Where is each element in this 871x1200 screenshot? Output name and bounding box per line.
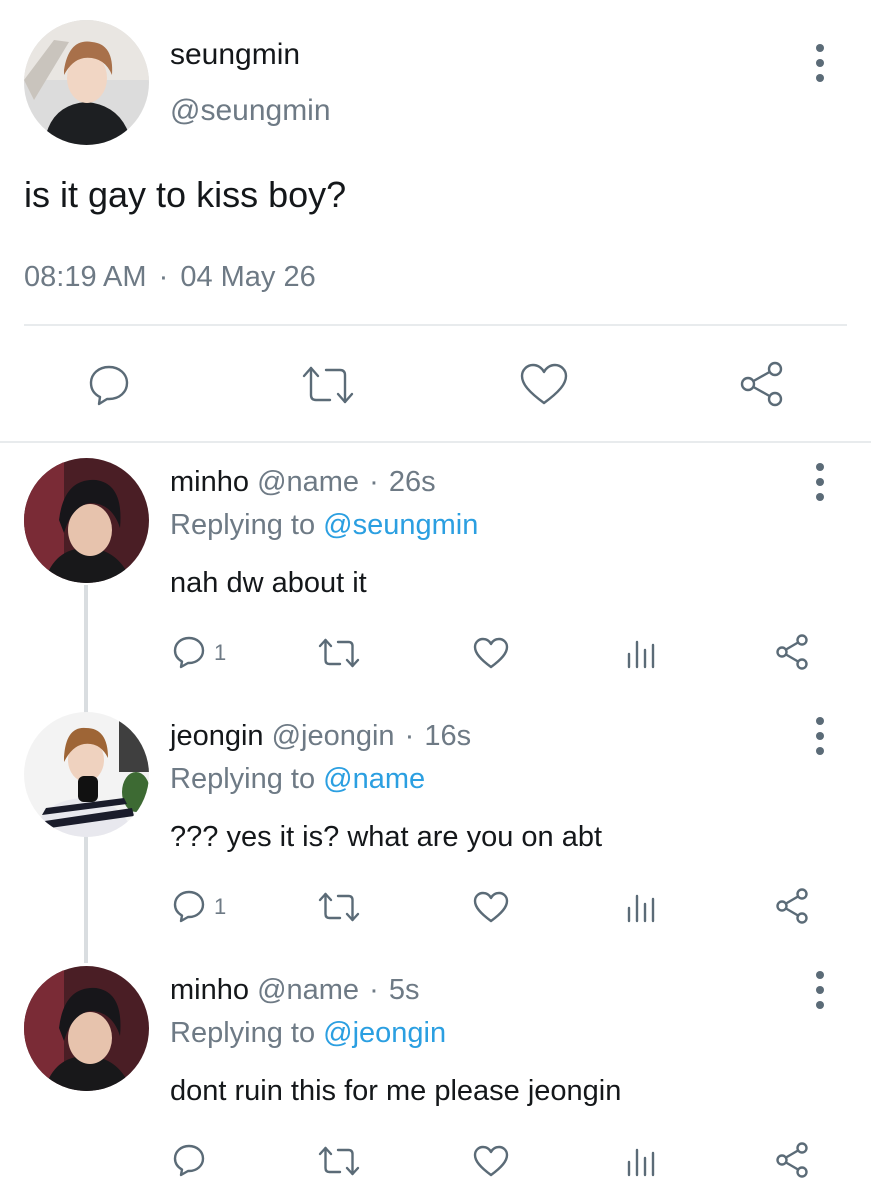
reply-header: minho @name · 26s bbox=[170, 466, 436, 499]
handle[interactable]: @name bbox=[257, 466, 359, 498]
reply-icon[interactable] bbox=[86, 362, 132, 408]
reply-icon[interactable] bbox=[172, 889, 206, 923]
handle[interactable]: @name bbox=[257, 974, 359, 1006]
reply-count: 1 bbox=[214, 640, 227, 665]
analytics-icon[interactable] bbox=[625, 890, 657, 924]
reply-time: 5s bbox=[388, 974, 420, 1006]
reply-time: 26s bbox=[388, 466, 436, 498]
share-icon[interactable] bbox=[774, 1141, 810, 1179]
display-name[interactable]: minho bbox=[170, 466, 249, 498]
avatar[interactable] bbox=[24, 458, 149, 583]
analytics-icon[interactable] bbox=[625, 636, 657, 670]
replying-to-link[interactable]: @seungmin bbox=[323, 509, 478, 541]
replying-prefix: Replying to bbox=[170, 509, 316, 541]
more-icon[interactable] bbox=[813, 44, 827, 82]
header-separator: · bbox=[404, 720, 415, 752]
like-icon[interactable] bbox=[472, 636, 510, 670]
retweet-icon[interactable] bbox=[300, 364, 356, 406]
analytics-icon[interactable] bbox=[625, 1144, 657, 1178]
replying-to-link[interactable]: @name bbox=[323, 763, 425, 795]
reply-text: nah dw about it bbox=[170, 567, 367, 599]
share-icon[interactable] bbox=[774, 633, 810, 671]
handle[interactable]: @seungmin bbox=[170, 94, 331, 128]
replying-prefix: Replying to bbox=[170, 763, 316, 795]
more-icon[interactable] bbox=[813, 717, 827, 755]
more-icon[interactable] bbox=[813, 463, 827, 501]
replying-prefix: Replying to bbox=[170, 1017, 316, 1049]
avatar[interactable] bbox=[24, 20, 149, 145]
replying-to: Replying to @jeongin bbox=[170, 1017, 446, 1050]
replying-to-link[interactable]: @jeongin bbox=[323, 1017, 446, 1049]
retweet-icon[interactable] bbox=[317, 637, 361, 669]
display-name[interactable]: seungmin bbox=[170, 38, 300, 72]
reply-text: dont ruin this for me please jeongin bbox=[170, 1075, 622, 1107]
replying-to: Replying to @seungmin bbox=[170, 509, 478, 542]
more-icon[interactable] bbox=[813, 971, 827, 1009]
tweet-text: is it gay to kiss boy? bbox=[24, 174, 347, 215]
reply-icon[interactable] bbox=[172, 635, 206, 669]
retweet-icon[interactable] bbox=[317, 1145, 361, 1177]
replying-to: Replying to @name bbox=[170, 763, 425, 796]
tweet-timestamp: 08:19 AM · 04 May 26 bbox=[24, 261, 316, 294]
tweet-date: 04 May 26 bbox=[180, 261, 316, 293]
reply-count: 1 bbox=[214, 894, 227, 919]
avatar[interactable] bbox=[24, 712, 149, 837]
reply-header: jeongin @jeongin · 16s bbox=[170, 720, 471, 753]
header-separator: · bbox=[369, 466, 379, 498]
like-icon[interactable] bbox=[519, 362, 569, 406]
reply-icon[interactable] bbox=[172, 1143, 206, 1177]
avatar[interactable] bbox=[24, 966, 149, 1091]
divider bbox=[0, 441, 871, 443]
timestamp-separator: · bbox=[158, 261, 169, 293]
share-icon[interactable] bbox=[774, 887, 810, 925]
share-icon[interactable] bbox=[738, 360, 786, 408]
divider bbox=[24, 324, 847, 326]
like-icon[interactable] bbox=[472, 890, 510, 924]
header-separator: · bbox=[369, 974, 379, 1006]
display-name[interactable]: jeongin bbox=[170, 720, 264, 752]
tweet-time: 08:19 AM bbox=[24, 261, 147, 293]
display-name[interactable]: minho bbox=[170, 974, 249, 1006]
reply-text: ??? yes it is? what are you on abt bbox=[170, 821, 603, 853]
handle[interactable]: @jeongin bbox=[272, 720, 395, 752]
reply-time: 16s bbox=[424, 720, 472, 752]
reply-header: minho @name · 5s bbox=[170, 974, 419, 1007]
retweet-icon[interactable] bbox=[317, 891, 361, 923]
like-icon[interactable] bbox=[472, 1144, 510, 1178]
